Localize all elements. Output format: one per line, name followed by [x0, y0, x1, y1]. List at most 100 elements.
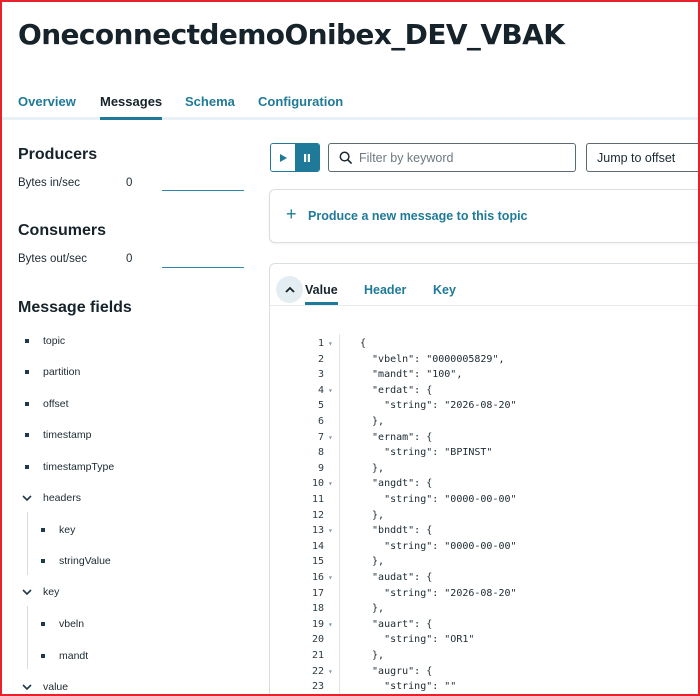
jump-to-offset-field[interactable]: Jump to offset	[586, 143, 700, 172]
code-line: 13 ▾ "bnddt": {	[270, 523, 700, 539]
play-button[interactable]	[271, 144, 295, 171]
code-text: "augru": {	[360, 665, 433, 677]
chevron-up-icon	[284, 286, 295, 293]
code-text: "vbeln": "0000005829",	[360, 353, 505, 365]
produce-message-label: Produce a new message to this topic	[308, 209, 528, 223]
code-text: },	[360, 603, 385, 615]
tab-schema[interactable]: Schema	[185, 94, 235, 109]
line-number: 5	[317, 400, 324, 412]
line-number: 21	[311, 650, 324, 661]
pause-button[interactable]	[295, 144, 319, 171]
field-key-vbeln[interactable]: vbeln	[59, 618, 84, 630]
line-number: 1	[317, 338, 324, 349]
jump-to-offset-label: Jump to offset	[597, 151, 676, 165]
fold-arrow-icon[interactable]: ▾	[328, 430, 333, 446]
bytes-in-value: 0	[126, 177, 133, 189]
code-text: {	[360, 338, 367, 349]
code-text: "string": "0000-00-00"	[360, 494, 517, 505]
pause-icon	[304, 153, 310, 162]
code-text: "audat": {	[360, 572, 433, 583]
line-number: 23	[311, 681, 324, 693]
bytes-out-label: Bytes out/sec	[18, 253, 88, 265]
field-timestamp[interactable]: timestamp	[43, 429, 91, 441]
bytes-out-sparkline	[162, 267, 244, 268]
chevron-down-icon[interactable]	[21, 493, 33, 503]
line-number: 2	[317, 353, 324, 365]
line-number: 4	[317, 384, 324, 396]
bullet-icon	[41, 622, 45, 626]
tree-guide	[27, 606, 28, 669]
chevron-down-icon[interactable]	[21, 682, 33, 692]
collapse-button[interactable]	[276, 276, 303, 303]
chevron-down-icon[interactable]	[21, 587, 33, 597]
code-line: 5 "string": "2026-08-20"	[270, 398, 700, 414]
code-text: },	[360, 462, 385, 474]
message-fields-heading: Message fields	[18, 299, 132, 316]
fold-arrow-icon[interactable]: ▾	[328, 336, 333, 352]
fold-arrow-icon[interactable]: ▾	[328, 617, 333, 633]
tab-header[interactable]: Header	[364, 283, 406, 297]
tab-value[interactable]: Value	[305, 283, 338, 305]
tab-messages[interactable]: Messages	[100, 94, 163, 120]
line-number: 19	[311, 618, 324, 630]
field-key[interactable]: key	[43, 586, 59, 598]
code-line: 12 },	[270, 508, 700, 524]
code-text: "ernam": {	[360, 431, 433, 443]
code-text: "angdt": {	[360, 478, 433, 490]
bytes-out-value: 0	[126, 253, 133, 265]
filter-input[interactable]	[359, 149, 569, 167]
fold-arrow-icon[interactable]: ▾	[328, 383, 333, 399]
code-line: 10 ▾ "angdt": {	[270, 476, 700, 492]
fold-arrow-icon[interactable]: ▾	[328, 523, 333, 539]
line-number: 22	[311, 665, 324, 677]
line-number: 18	[311, 603, 324, 615]
code-line: 11 "string": "0000-00-00"	[270, 492, 700, 508]
bullet-icon	[41, 559, 45, 563]
bullet-icon	[25, 370, 29, 374]
topic-tabs: Overview Messages Schema Configuration	[0, 88, 700, 120]
field-value[interactable]: value	[43, 681, 68, 693]
page-title: OneconnectdemoOnibex_DEV_VBAK	[18, 18, 565, 51]
code-text: },	[360, 416, 385, 427]
line-number: 9	[317, 462, 324, 474]
code-text: "auart": {	[360, 618, 433, 630]
playback-controls	[270, 143, 320, 172]
field-key-mandt[interactable]: mandt	[59, 650, 88, 662]
field-topic[interactable]: topic	[43, 335, 65, 347]
line-number: 12	[311, 509, 324, 521]
field-timestamp-type[interactable]: timestampType	[43, 461, 114, 473]
bullet-icon	[25, 465, 29, 469]
code-line: 19 ▾ "auart": {	[270, 617, 700, 633]
bullet-icon	[41, 528, 45, 532]
line-number: 17	[311, 587, 324, 599]
field-headers-string-value[interactable]: stringValue	[59, 555, 111, 567]
line-number: 11	[311, 494, 324, 505]
field-offset[interactable]: offset	[43, 398, 69, 410]
bullet-icon	[41, 654, 45, 658]
tab-key[interactable]: Key	[433, 283, 456, 297]
bytes-in-label: Bytes in/sec	[18, 177, 80, 189]
code-text: },	[360, 650, 385, 661]
bullet-icon	[25, 402, 29, 406]
fold-arrow-icon[interactable]: ▾	[328, 476, 333, 492]
consumers-heading: Consumers	[18, 222, 107, 239]
line-number: 7	[317, 431, 324, 443]
filter-box	[328, 143, 576, 172]
fold-arrow-icon[interactable]: ▾	[328, 570, 333, 586]
code-line: 17 "string": "2026-08-20"	[270, 586, 700, 602]
code-text: },	[360, 556, 385, 568]
tab-configuration[interactable]: Configuration	[258, 94, 343, 109]
tab-underline-track	[270, 305, 700, 306]
code-line: 7 ▾ "ernam": {	[270, 430, 700, 446]
field-headers-key[interactable]: key	[59, 524, 75, 536]
produce-message-button[interactable]: + Produce a new message to this topic	[269, 189, 700, 243]
line-number: 16	[311, 572, 324, 583]
field-headers[interactable]: headers	[43, 492, 81, 504]
tab-overview[interactable]: Overview	[18, 94, 76, 109]
field-partition[interactable]: partition	[43, 366, 80, 378]
fold-arrow-icon[interactable]: ▾	[328, 664, 333, 680]
line-number: 8	[317, 447, 324, 459]
line-number: 6	[317, 416, 324, 427]
code-text: "string": ""	[360, 681, 457, 693]
line-number: 13	[311, 525, 324, 537]
